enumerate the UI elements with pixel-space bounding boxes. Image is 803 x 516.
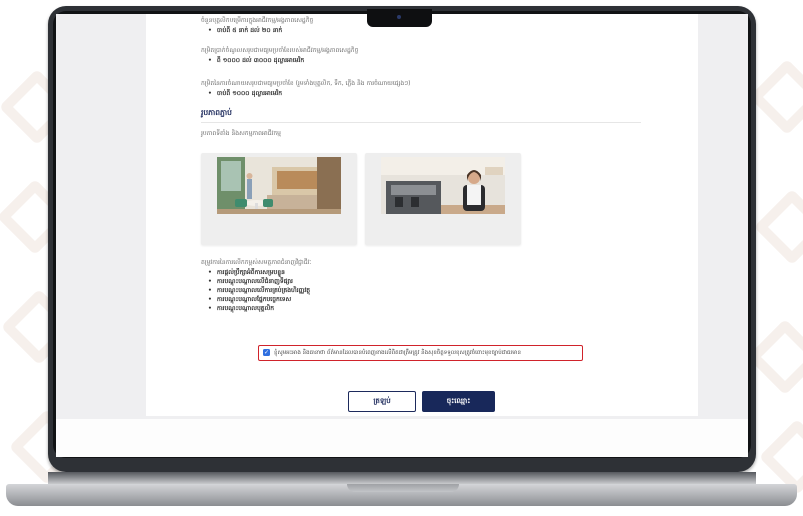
section-title: រូបភាពភ្ជាប់ — [201, 108, 232, 117]
barista-image — [381, 157, 505, 214]
expense-value: ចាប់ពី ១០០០ ដុល្លារអាមេរិក — [208, 90, 282, 98]
need-item: ការផ្តល់ប្រឹក្សាអំពីការសម្របខ្លួន — [208, 269, 285, 277]
camera-notch — [367, 9, 432, 27]
revenue-label: កម្រិតប្រាក់ចំណូលសរុបជាមធ្យមប្រចាំខែរបស់… — [201, 47, 359, 54]
section-divider — [201, 122, 641, 123]
need-item: ការបណ្តុះបណ្តាលបុគ្គលិក — [208, 305, 274, 313]
camera-icon — [397, 15, 401, 19]
expense-label: កម្រិតនៃការចំណាយសរុបជាមធ្យមប្រចាំខែ (រួម… — [201, 80, 411, 87]
revenue-value: ពី ១០០០ ដល់ ៣០០០ ដុល្លារអាមេរិក — [208, 57, 304, 65]
need-item: ការបណ្តុះបណ្តាលលើជំនាញទីផ្សារ — [208, 278, 293, 286]
needs-label: តម្រូវការនៃការលើកកម្ពស់សមត្ថភាពជំនាញវិជ្… — [201, 259, 312, 266]
staff-count-value: ចាប់ពី ៥ នាក់ ដល់ ២០ នាក់ — [208, 27, 282, 35]
laptop-screen: ចំនួនបុគ្គលិកបម្រើការក្នុងអាជីវកម្ម/អង្គ… — [56, 14, 748, 457]
cafe-interior-image — [217, 157, 341, 214]
agreement-text: ខ្ញុំសូមអះអាង និងធានាថា ព័ត៌មានដែលបានបំព… — [274, 350, 521, 356]
agreement-row[interactable]: ✓ ខ្ញុំសូមអះអាង និងធានាថា ព័ត៌មានដែលបានប… — [258, 345, 583, 361]
screen-footer-area — [56, 419, 748, 457]
need-item: ការបណ្តុះបណ្តាលផ្នែកបច្ចេកទេស — [208, 296, 291, 304]
barista-photo[interactable] — [365, 153, 521, 245]
need-item: ការបណ្តុះបណ្តាលលើការគ្រប់គ្រងហិរញ្ញវត្ថុ — [208, 287, 310, 295]
laptop-base — [6, 484, 797, 506]
section-subtitle: រូបភាពទីតាំង និងសកម្មភាពអាជីវកម្ម — [201, 130, 281, 137]
laptop-hinge — [48, 472, 756, 484]
back-button[interactable]: ត្រឡប់ — [348, 391, 416, 412]
trackpad-notch — [347, 484, 459, 492]
cafe-interior-photo[interactable] — [201, 153, 357, 245]
agreement-checkbox[interactable]: ✓ — [263, 349, 270, 356]
submit-button[interactable]: ចុះឈ្មោះ — [422, 391, 495, 412]
staff-count-label: ចំនួនបុគ្គលិកបម្រើការក្នុងអាជីវកម្ម/អង្គ… — [201, 17, 314, 24]
registration-form: ចំនួនបុគ្គលិកបម្រើការក្នុងអាជីវកម្ម/អង្គ… — [146, 14, 698, 416]
